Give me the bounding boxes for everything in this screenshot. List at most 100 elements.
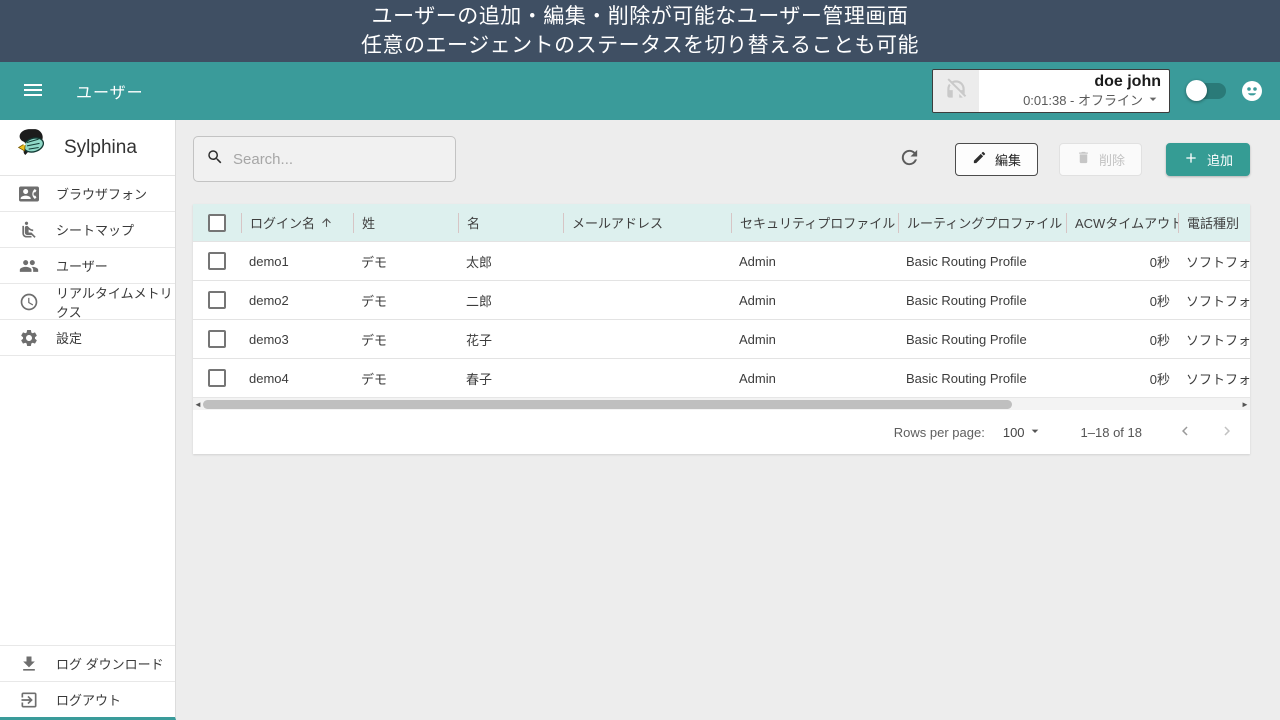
- clock-icon: [19, 292, 39, 312]
- row-checkbox[interactable]: [208, 252, 226, 270]
- scrollbar-track[interactable]: [203, 398, 1240, 411]
- nav-item-label: ユーザー: [56, 256, 108, 275]
- rows-per-page-select[interactable]: 100: [1003, 423, 1043, 442]
- table-row[interactable]: demo3デモ花子AdminBasic Routing Profile0秒ソフト…: [193, 319, 1250, 358]
- agent-name: doe john: [1094, 72, 1161, 91]
- rows-per-page-label: Rows per page:: [894, 425, 985, 440]
- nav-item-label: ブラウザフォン: [56, 184, 147, 203]
- sidebar-nav-bottom: ログ ダウンロードログアウト: [0, 645, 175, 717]
- sidebar-item-3[interactable]: リアルタイムメトリクス: [0, 284, 175, 320]
- table-header-row: ログイン名 姓名 メールアドレスセキュリティプロファイルルーティングプロファイル AC…: [193, 204, 1250, 241]
- search-input[interactable]: [233, 151, 443, 168]
- trash-icon: [1076, 150, 1091, 168]
- column-header-last_name[interactable]: 姓: [353, 213, 458, 233]
- column-header-security_profile[interactable]: セキュリティプロファイル: [731, 213, 898, 233]
- horizontal-scrollbar[interactable]: ◄ ►: [193, 397, 1250, 410]
- cell-login: demo2: [241, 293, 353, 308]
- column-header-label: ログイン名: [250, 213, 315, 232]
- column-header-first_name[interactable]: 名: [458, 213, 563, 233]
- plus-icon: [1183, 150, 1199, 169]
- menu-icon: [21, 78, 45, 105]
- select-all-checkbox[interactable]: [208, 214, 226, 232]
- download-icon: [19, 654, 39, 674]
- sidebar-item-4[interactable]: 設定: [0, 320, 175, 356]
- column-header-label: 電話種別: [1187, 213, 1239, 232]
- chevron-right-icon: [1218, 422, 1236, 443]
- table-row[interactable]: demo2デモ二郎AdminBasic Routing Profile0秒ソフト…: [193, 280, 1250, 319]
- column-header-label: ルーティングプロファイル: [907, 213, 1062, 232]
- cell-security_profile: Admin: [731, 371, 898, 386]
- column-header-phone_type[interactable]: 電話種別: [1178, 213, 1250, 233]
- nav-item-label: ログアウト: [56, 690, 121, 709]
- sidebar-bottom-item-1[interactable]: ログアウト: [0, 681, 175, 717]
- row-checkbox-cell: [193, 330, 241, 348]
- cell-security_profile: Admin: [731, 254, 898, 269]
- cell-acw_timeout: 0秒: [1066, 252, 1178, 271]
- logout-icon: [19, 690, 39, 710]
- cell-routing_profile: Basic Routing Profile: [898, 254, 1066, 269]
- cell-phone_type: ソフトフォン: [1178, 252, 1250, 271]
- edit-button-label: 編集: [995, 150, 1021, 169]
- column-header-acw_timeout[interactable]: ACWタイムアウト: [1066, 213, 1178, 233]
- scroll-left-arrow-icon[interactable]: ◄: [193, 398, 203, 411]
- toggle-knob: [1186, 80, 1207, 101]
- row-checkbox[interactable]: [208, 369, 226, 387]
- hamburger-menu-button[interactable]: [16, 74, 50, 108]
- banner-line-2: 任意のエージェントのステータスを切り替えることも可能: [0, 32, 1280, 59]
- edit-button[interactable]: 編集: [955, 143, 1038, 176]
- nav-item-label: シートマップ: [56, 220, 134, 239]
- sidebar: Sylphina ブラウザフォンシートマップユーザーリアルタイムメトリクス設定 …: [0, 120, 176, 720]
- table-row[interactable]: demo4デモ春子AdminBasic Routing Profile0秒ソフト…: [193, 358, 1250, 397]
- row-checkbox[interactable]: [208, 330, 226, 348]
- previous-page-button[interactable]: [1172, 418, 1198, 447]
- agent-info: doe john 0:01:38 - オフライン: [979, 70, 1169, 112]
- cell-routing_profile: Basic Routing Profile: [898, 293, 1066, 308]
- column-header-routing_profile[interactable]: ルーティングプロファイル: [898, 213, 1066, 233]
- cell-phone_type: ソフトフォン: [1178, 291, 1250, 310]
- brand: Sylphina: [0, 120, 175, 176]
- app-bar: ユーザー doe john 0:01:38 - オフライン: [0, 62, 1280, 120]
- row-checkbox-cell: [193, 369, 241, 387]
- face-icon-button[interactable]: [1240, 79, 1264, 103]
- contact-phone-icon: [19, 184, 39, 204]
- caret-down-icon: [1027, 423, 1043, 442]
- sidebar-bottom-item-0[interactable]: ログ ダウンロード: [0, 645, 175, 681]
- next-page-button[interactable]: [1214, 418, 1240, 447]
- scroll-right-arrow-icon[interactable]: ►: [1240, 398, 1250, 411]
- agent-call-state-box: [933, 70, 979, 112]
- cell-phone_type: ソフトフォン: [1178, 330, 1250, 349]
- cell-security_profile: Admin: [731, 293, 898, 308]
- page-title: ユーザー: [76, 79, 144, 103]
- cell-first_name: 春子: [458, 369, 563, 388]
- column-header-login[interactable]: ログイン名: [241, 213, 353, 233]
- cell-routing_profile: Basic Routing Profile: [898, 371, 1066, 386]
- sidebar-item-1[interactable]: シートマップ: [0, 212, 175, 248]
- agent-status-widget[interactable]: doe john 0:01:38 - オフライン: [932, 69, 1170, 113]
- seat-icon: [19, 220, 39, 240]
- refresh-icon: [898, 146, 921, 172]
- sidebar-item-2[interactable]: ユーザー: [0, 248, 175, 284]
- add-button[interactable]: 追加: [1166, 143, 1250, 176]
- sidebar-nav: ブラウザフォンシートマップユーザーリアルタイムメトリクス設定: [0, 176, 175, 356]
- column-header-label: 名: [467, 213, 480, 232]
- table-row[interactable]: demo1デモ太郎AdminBasic Routing Profile0秒ソフト…: [193, 241, 1250, 280]
- cell-last_name: デモ: [353, 252, 458, 271]
- sidebar-item-0[interactable]: ブラウザフォン: [0, 176, 175, 212]
- brand-logo-icon: [12, 127, 52, 168]
- status-toggle-switch[interactable]: [1190, 83, 1226, 99]
- toolbar: 編集 削除 追加: [193, 136, 1250, 182]
- column-header-email[interactable]: メールアドレス: [563, 213, 731, 233]
- nav-item-label: 設定: [56, 328, 82, 347]
- delete-button[interactable]: 削除: [1059, 143, 1142, 176]
- scrollbar-thumb[interactable]: [203, 400, 1012, 409]
- agent-status[interactable]: 0:01:38 - オフライン: [1023, 91, 1161, 111]
- row-checkbox[interactable]: [208, 291, 226, 309]
- search-icon: [206, 148, 224, 171]
- refresh-button[interactable]: [894, 142, 925, 176]
- pagination-bar: Rows per page: 100 1–18 of 18: [193, 410, 1250, 454]
- column-header-label: ACWタイムアウト: [1075, 213, 1178, 232]
- cell-last_name: デモ: [353, 369, 458, 388]
- cell-acw_timeout: 0秒: [1066, 330, 1178, 349]
- sort-ascending-icon: [320, 216, 333, 229]
- cell-login: demo4: [241, 371, 353, 386]
